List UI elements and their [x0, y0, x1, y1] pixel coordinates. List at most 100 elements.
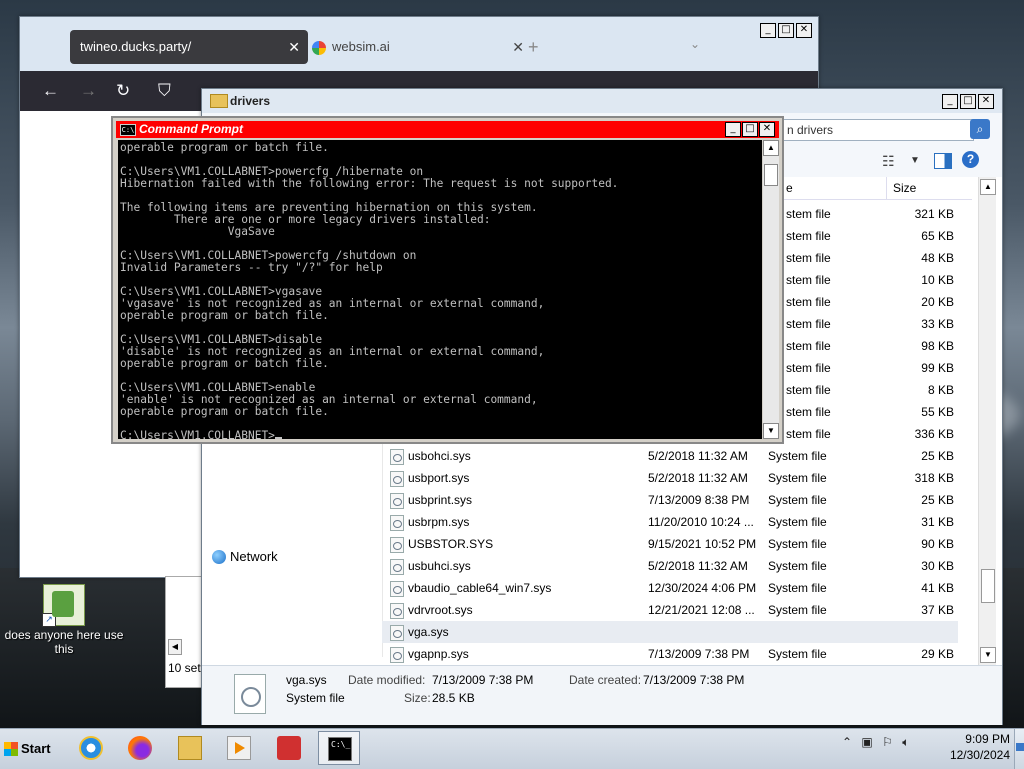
file-row[interactable]: vga.sys 7/13/2009 7:38 PM System file 29 KB: [382, 621, 958, 643]
minimize-button[interactable]: _: [760, 23, 776, 38]
maximize-button[interactable]: □: [742, 122, 758, 137]
file-row[interactable]: USBSTOR.SYS 9/15/2021 10:52 PM System file…: [382, 533, 958, 555]
date-created-label: Date created:: [569, 673, 642, 687]
file-row[interactable]: vbaudio_cable64_win7.sys 12/30/2024 4:06 …: [382, 577, 958, 599]
nav-item-network[interactable]: Network: [212, 549, 278, 564]
scroll-left-button[interactable]: ◀: [168, 639, 182, 655]
vertical-scrollbar[interactable]: ▲ ▼: [978, 177, 996, 665]
size-label: Size:: [404, 691, 431, 705]
file-type: System file: [768, 515, 827, 529]
file-row[interactable]: vdrvroot.sys 12/21/2021 12:08 ... System f…: [382, 599, 958, 621]
column-size[interactable]: Size: [886, 177, 969, 199]
file-size: 336 KB: [914, 427, 954, 441]
taskbar-command-prompt[interactable]: C:\_: [318, 731, 360, 765]
console-output[interactable]: operable program or batch file. C:\Users…: [118, 140, 762, 439]
file-row[interactable]: vgapnp.sys 7/13/2009 7:38 PM System file 29…: [382, 643, 958, 665]
file-type: System file: [768, 449, 827, 463]
close-button[interactable]: ✕: [978, 94, 994, 109]
list-all-tabs-button[interactable]: ⌄: [690, 37, 700, 51]
file-date: 5/2/2018 11:32 AM: [648, 471, 748, 485]
file-type: stem file: [786, 427, 831, 441]
console-text: operable program or batch file. C:\Users…: [120, 141, 619, 439]
scroll-down-button[interactable]: ▼: [980, 647, 996, 663]
file-date: 5/2/2018 11:32 AM: [648, 449, 748, 463]
view-dropdown-icon[interactable]: ▼: [910, 155, 920, 166]
preview-pane-icon[interactable]: [934, 153, 952, 169]
taskbar-toolbox[interactable]: [268, 731, 310, 765]
clock[interactable]: 9:09 PM 12/30/2024: [930, 731, 1010, 763]
item-count-text: 10 sett: [168, 661, 205, 675]
new-tab-button[interactable]: +: [528, 37, 539, 58]
taskbar-explorer[interactable]: [169, 731, 211, 765]
file-row[interactable]: usbport.sys 5/2/2018 11:32 AM System file 3…: [382, 467, 958, 489]
close-button[interactable]: ✕: [796, 23, 812, 38]
file-size: 48 KB: [921, 251, 954, 265]
volume-icon[interactable]: 🔈︎: [902, 735, 909, 749]
explorer-window-controls: _ □ ✕: [942, 94, 994, 109]
command-prompt-window[interactable]: C:\ Command Prompt _ □ ✕ operable progra…: [111, 116, 784, 444]
firefox-icon: [128, 736, 152, 760]
reload-button[interactable]: ↻: [116, 81, 130, 101]
desktop-shortcut-label: does anyone here use this: [4, 628, 124, 656]
maximize-button[interactable]: □: [960, 94, 976, 109]
close-button[interactable]: ✕: [759, 122, 775, 137]
size-value: 28.5 KB: [432, 691, 475, 705]
system-file-icon: [390, 471, 404, 487]
file-size: 31 KB: [921, 515, 954, 529]
console-scrollbar[interactable]: ▲ ▼: [763, 140, 779, 439]
change-view-icon[interactable]: ☷: [882, 153, 895, 170]
start-button[interactable]: Start: [2, 735, 60, 763]
shield-icon[interactable]: ⛉: [158, 81, 171, 101]
tab-close-icon[interactable]: ✕: [512, 30, 524, 64]
minimize-button[interactable]: _: [725, 122, 741, 137]
search-input[interactable]: n drivers: [780, 119, 974, 141]
back-button[interactable]: ←: [42, 81, 59, 101]
file-type: System file: [768, 537, 827, 551]
date-modified-label: Date modified:: [348, 673, 426, 687]
file-row[interactable]: usbuhci.sys 5/2/2018 11:32 AM System file 3…: [382, 555, 958, 577]
file-date: 11/20/2010 10:24 ...: [648, 515, 754, 529]
column-type[interactable]: e: [786, 181, 793, 195]
forward-button[interactable]: →: [80, 81, 97, 101]
taskbar-media-player[interactable]: [218, 731, 260, 765]
file-size: 25 KB: [921, 493, 954, 507]
show-desktop-button[interactable]: [1014, 729, 1024, 769]
minimize-button[interactable]: _: [942, 94, 958, 109]
scroll-up-button[interactable]: ▲: [763, 140, 779, 156]
file-row[interactable]: usbprint.sys 7/13/2009 8:38 PM System file…: [382, 489, 958, 511]
scrollbar-thumb[interactable]: [764, 164, 778, 186]
scroll-down-button[interactable]: ▼: [763, 423, 779, 439]
details-file-name: vga.sys: [286, 673, 327, 687]
help-icon[interactable]: ?: [962, 151, 979, 168]
file-type: stem file: [786, 383, 831, 397]
websim-logo-icon: [312, 40, 326, 55]
file-type: stem file: [786, 317, 831, 331]
details-pane: vga.sys System file Date modified: 7/13/…: [202, 665, 1002, 725]
system-file-icon: [390, 581, 404, 597]
taskbar: Start C:\_ ⌃ ▣ ⚐ 🔈︎ 9:09 PM 12/30/2024: [0, 728, 1024, 769]
taskbar-internet-explorer[interactable]: [70, 731, 112, 765]
file-size: 318 KB: [914, 471, 954, 485]
system-file-icon: [390, 603, 404, 619]
flag-icon[interactable]: ⚐: [882, 735, 893, 749]
file-type: System file: [768, 559, 827, 573]
taskbar-firefox[interactable]: [119, 731, 161, 765]
tab-twineo[interactable]: twineo.ducks.party/ ✕: [70, 30, 308, 64]
maximize-button[interactable]: □: [778, 23, 794, 38]
nav-item-label: Network: [230, 549, 278, 564]
search-icon[interactable]: ⌕: [970, 119, 990, 139]
scrollbar-thumb[interactable]: [981, 569, 995, 603]
tab-websim[interactable]: websim.ai ✕: [302, 30, 532, 64]
firefox-window-controls: _ □ ✕: [760, 23, 812, 38]
tab-close-icon[interactable]: ✕: [288, 30, 300, 64]
file-size: 65 KB: [921, 229, 954, 243]
system-file-icon: [390, 493, 404, 509]
network-icon[interactable]: ▣: [861, 735, 872, 749]
file-row[interactable]: usbrpm.sys 11/20/2010 10:24 ... System fil…: [382, 511, 958, 533]
desktop-shortcut[interactable]: ↗ does anyone here use this: [4, 584, 124, 656]
file-row[interactable]: usbohci.sys 5/2/2018 11:32 AM System file 2…: [382, 445, 958, 467]
chevron-up-icon[interactable]: ⌃: [842, 735, 852, 749]
file-size: 25 KB: [921, 449, 954, 463]
scroll-up-button[interactable]: ▲: [980, 179, 996, 195]
file-size: 321 KB: [914, 207, 954, 221]
